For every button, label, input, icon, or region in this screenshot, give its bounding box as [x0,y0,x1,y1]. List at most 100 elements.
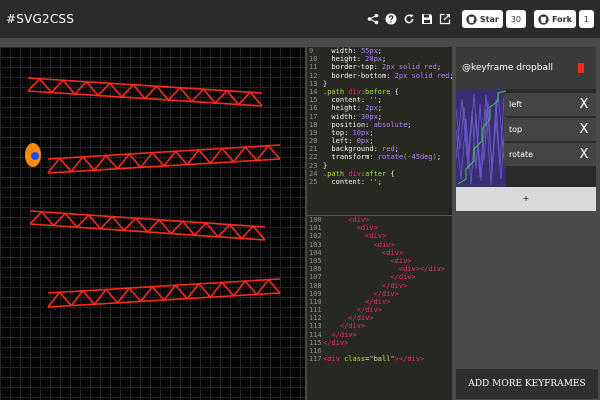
code-token: ; [382,55,387,64]
save-icon[interactable] [418,0,436,38]
code-token: transform: [323,153,378,162]
line-number: 104 [309,248,322,257]
line-number: 19 [309,128,318,137]
keyframe-card: @keyframe dropball left X top X rotate X… [456,47,596,211]
code-line: 22 transform: rotate(-45deg); [307,153,452,161]
code-editor-panel: 9 width: 55px; 10 height: 20px; 11 border-… [307,47,452,400]
path-segment-4 [47,278,281,308]
line-number: 105 [309,256,322,265]
code-token: height: [323,104,366,113]
keyframe-prop-left: left X [504,93,596,117]
keyframe-color-swatch[interactable] [578,63,584,73]
animation-stage [0,47,305,400]
github-icon [538,13,549,25]
share-icon[interactable] [364,0,382,38]
code-line: 110 </div> [307,298,452,306]
code-token: <div> [348,216,370,224]
line-number: 117 [309,355,322,364]
github-star-button[interactable]: Star [461,10,503,28]
code-line: 9 width: 55px; [307,47,452,55]
keyframe-prop-label: top [509,125,523,134]
code-token: .path [323,87,349,96]
code-token: ; [449,72,452,80]
line-number: 24 [309,169,318,178]
truss-bottom-rail [47,292,281,308]
line-number: 13 [309,79,318,88]
fork-label: Fork [552,14,572,24]
code-token: } [323,79,328,88]
code-token: :after [360,169,387,178]
code-token: </div> [356,306,383,315]
code-token: div [348,87,361,96]
keyframe-graph-preview [456,89,506,187]
remove-prop-left-button[interactable]: X [576,93,592,117]
line-number: 23 [309,161,318,170]
keyframe-prop-rotate: rotate X [504,143,596,167]
code-token: content: [323,178,370,186]
code-line: 11 border-top: 2px solid red; [307,63,452,71]
line-number: 17 [309,112,318,121]
github-fork-button[interactable]: Fork [534,10,576,28]
code-line: 13} [307,80,452,88]
code-token: 55px [360,47,378,55]
code-line: 15 content: ''; [307,96,452,104]
code-line: 106 <div></div> [307,265,452,273]
star-count[interactable]: 30 [505,10,526,28]
add-more-keyframes-button[interactable]: ADD MORE KEYFRAMES [456,369,598,399]
code-token: absolute [373,120,408,129]
line-number: 103 [309,240,322,249]
code-line: 20 left: 0px; [307,137,452,145]
line-number: 108 [309,281,322,290]
refresh-icon[interactable] [400,0,418,38]
help-icon[interactable] [382,0,400,38]
code-token: } [323,161,328,170]
code-line: 115</div> [307,339,452,347]
code-line: 111 </div> [307,306,452,314]
remove-prop-top-button[interactable]: X [576,118,592,142]
code-line: 109 </div> [307,290,452,298]
code-token: border-bottom: [323,71,395,80]
code-token: <div [323,355,345,364]
code-line: 100 <div> [307,216,452,224]
truss-bottom-rail [47,158,281,174]
app-root: #SVG2CSS Star 30 Fork 1 9 width: 55px; 1… [0,0,600,400]
code-token: <div> [390,256,412,265]
truss-top-rail [27,77,263,94]
keyframe-prop-label: left [509,100,522,109]
code-token: class [344,355,366,364]
code-line: 16 height: 2px; [307,104,452,112]
html-editor[interactable]: 100 <div> 101 <div> 102 <div> 103 <div> 104 … [307,215,452,400]
keyframe-prop-label: rotate [509,150,534,159]
top-bar: #SVG2CSS Star 30 Fork 1 [0,0,600,38]
add-property-button[interactable]: + [456,187,596,211]
code-line: 101 <div> [307,224,452,232]
code-token: ; [369,128,374,137]
css-editor[interactable]: 9 width: 55px; 10 height: 20px; 11 border-… [307,47,452,213]
code-token: ; [394,145,399,154]
code-line: 10 height: 20px; [307,55,452,63]
code-token: 30px [360,112,378,121]
code-token: ; [369,137,374,146]
code-line: 112 </div> [307,314,452,322]
line-number: 112 [309,314,322,323]
external-edit-icon[interactable] [436,0,454,38]
code-line: 104 <div> [307,249,452,257]
code-token: ; [377,112,383,121]
code-line: 108 </div> [307,282,452,290]
top-actions: Star 30 Fork 1 [364,0,594,38]
line-number: 102 [309,232,322,241]
code-token: <div> [356,224,378,233]
code-line: 25 content: ''; [307,178,452,186]
code-token: position: [323,120,374,129]
keyframe-prop-top: top X [504,118,596,142]
line-number: 107 [309,273,322,282]
fork-count[interactable]: 1 [578,10,594,28]
remove-prop-rotate-button[interactable]: X [576,143,592,167]
code-token: red [382,145,395,154]
star-group: Star 30 [461,10,526,28]
